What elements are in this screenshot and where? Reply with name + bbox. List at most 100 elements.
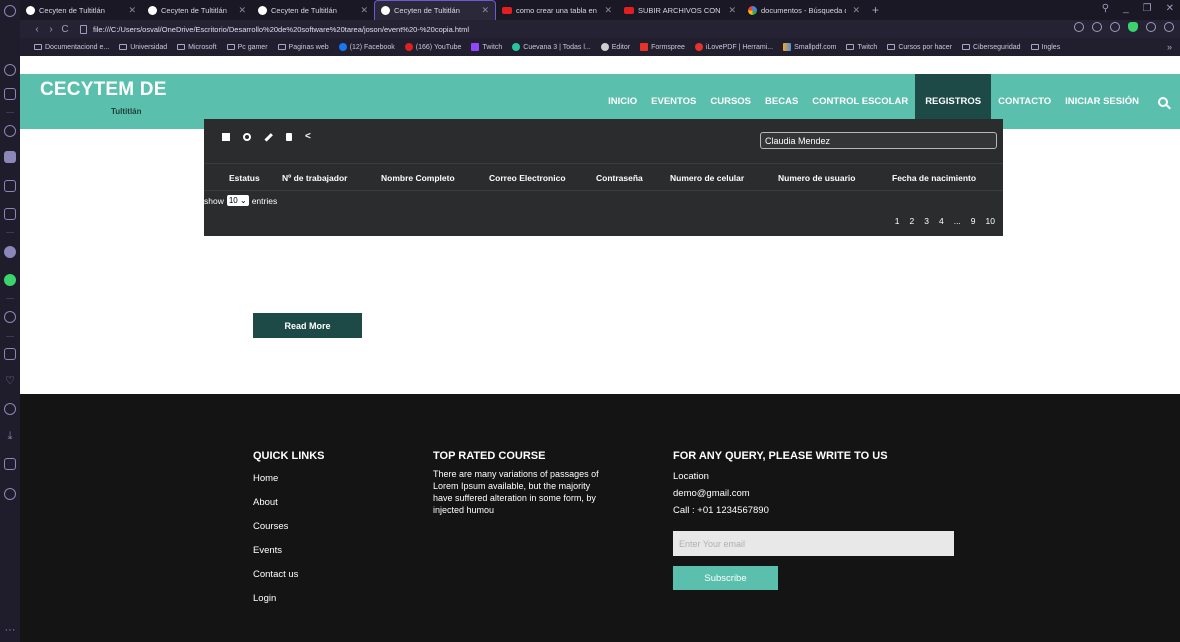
browser-tab[interactable]: como crear una tabla en ht ✕ [496,0,618,20]
footer-link-about[interactable]: About [253,497,325,510]
more-icon[interactable]: ··· [4,624,16,636]
bookmark-item[interactable]: Cuevana 3 | Todas l... [512,43,591,51]
more-bookmarks-icon[interactable]: » [1167,42,1172,52]
circle-icon[interactable] [4,125,16,137]
document-icon[interactable] [4,180,16,192]
send-icon[interactable] [1092,22,1102,32]
col-celular[interactable]: Numero de celular [670,173,744,183]
col-contrasena[interactable]: Contraseña [596,173,643,183]
history-icon[interactable] [4,64,16,76]
footer-link-contact[interactable]: Contact us [253,569,325,582]
bookmark-item[interactable]: Smallpdf.com [783,43,836,51]
col-usuario[interactable]: Numero de usuario [778,173,855,183]
reload-icon[interactable]: C [58,24,72,35]
url-field[interactable]: file:///C:/Users/osval/OneDrive/Escritor… [80,24,469,34]
search-icon[interactable] [1146,74,1180,129]
clock-icon[interactable] [4,403,16,415]
page-size-select[interactable]: 10 ⌄ [226,195,249,206]
share-icon[interactable]: < [305,132,311,142]
minimize-icon[interactable]: _ [1123,3,1129,14]
footer-link-home[interactable]: Home [253,473,325,486]
opera-logo-icon[interactable] [4,5,16,17]
edit-icon[interactable] [264,132,273,142]
bag-icon[interactable] [4,88,16,100]
heart-icon[interactable] [1110,22,1120,32]
footer-link-events[interactable]: Events [253,545,325,558]
bookmark-item[interactable]: Ciberseguridad [962,44,1021,51]
col-nombre-completo[interactable]: Nombre Completo [381,173,455,183]
col-numero-trabajador[interactable]: Nº de trabajador [282,173,347,183]
bookmark-item[interactable]: (12) Facebook [338,43,395,51]
web-page: CECYTEM DE Tultitlán INICIO EVENTOS CURS… [20,56,1180,642]
browser-tab[interactable]: Cecyten de Tultitlán ✕ [142,0,252,20]
settings-icon[interactable] [4,488,16,500]
wallet-icon[interactable] [4,208,16,220]
bookmark-item[interactable]: Twitch [471,43,502,51]
page-link[interactable]: 4 [939,216,944,226]
download-icon[interactable] [1164,22,1174,32]
close-tab-icon[interactable]: ✕ [354,5,368,16]
messenger-icon[interactable] [4,246,16,258]
close-tab-icon[interactable]: ✕ [475,5,489,16]
stop-icon[interactable] [222,133,230,141]
bookmark-item[interactable]: Cursos por hacer [887,44,952,51]
shield-icon[interactable] [1128,22,1138,32]
search-tabs-icon[interactable]: ⚲ [1102,3,1109,14]
forward-icon[interactable]: › [44,24,58,35]
camera-icon[interactable] [1074,22,1084,32]
page-link[interactable]: 9 [971,216,976,226]
bookmark-item[interactable]: Paginas web [277,44,329,51]
close-tab-icon[interactable]: ✕ [846,5,860,16]
close-window-icon[interactable]: ✕ [1166,3,1174,14]
record-icon[interactable] [243,133,251,141]
new-tab-icon[interactable]: + [866,3,885,17]
page-link[interactable]: 3 [924,216,929,226]
bookmark-item[interactable]: Twitch [846,44,877,51]
extensions-icon[interactable] [1146,22,1156,32]
browser-tab-active[interactable]: Cecyten de Tultitlán ✕ [374,0,496,20]
bookmark-item[interactable]: Pc gamer [226,44,268,51]
newsletter-email-input[interactable] [673,531,954,556]
messenger-app-icon[interactable] [4,151,16,163]
table-search-input[interactable] [760,132,997,149]
col-fecha-nacimiento[interactable]: Fecha de nacimiento [892,173,976,183]
close-tab-icon[interactable]: ✕ [122,5,136,16]
col-estatus[interactable]: Estatus [229,173,260,183]
col-correo[interactable]: Correo Electronico [489,173,566,183]
browser-tab[interactable]: Cecyten de Tultitlán ✕ [20,0,142,20]
footer-link-courses[interactable]: Courses [253,521,325,534]
bookmark-item[interactable]: Documentaciond e... [34,44,109,51]
whatsapp-icon[interactable] [4,274,16,286]
nav-iniciar-sesion[interactable]: INICIAR SESIÓN [1058,74,1146,129]
delete-icon[interactable] [286,133,292,141]
site-logo[interactable]: CECYTEM DE [40,79,167,101]
back-icon[interactable]: ‹ [30,24,44,35]
cube-icon[interactable] [4,458,16,470]
bookmark-item[interactable]: Editor [600,43,630,51]
close-tab-icon[interactable]: ✕ [722,5,736,16]
bookmark-item[interactable]: iLovePDF | Herrami... [694,43,773,51]
close-tab-icon[interactable]: ✕ [598,5,612,16]
read-more-button[interactable]: Read More [253,313,362,338]
bookmark-item[interactable]: (166) YouTube [404,43,461,51]
browser-tab[interactable]: Cecyten de Tultitlán ✕ [252,0,374,20]
maximize-icon[interactable]: ❐ [1143,3,1152,14]
close-tab-icon[interactable]: ✕ [232,5,246,16]
page-link[interactable]: 10 [986,216,995,226]
grid-icon[interactable] [4,348,16,360]
bookmark-item[interactable]: Ingles [1030,44,1060,51]
browser-tab[interactable]: SUBIR ARCHIVOS CON DRA✕ [618,0,742,20]
bookmark-item[interactable]: Universidad [119,44,167,51]
browser-tab[interactable]: documentos - Búsqueda de ✕ [742,0,866,20]
player-icon[interactable] [4,311,16,323]
bookmark-item[interactable]: Formspree [640,43,685,51]
table-header-row: Estatus Nº de trabajador Nombre Completo… [204,163,1003,191]
page-link[interactable]: 2 [910,216,915,226]
page-link[interactable]: 1 [895,216,900,226]
download-icon[interactable]: ⤓ [4,430,16,442]
heart-icon[interactable]: ♡ [4,375,16,387]
footer-link-login[interactable]: Login [253,593,325,606]
subscribe-button[interactable]: Subscribe [673,566,778,590]
contact-info: FOR ANY QUERY, PLEASE WRITE TO US Locati… [673,450,888,519]
bookmark-item[interactable]: Microsoft [177,44,217,51]
